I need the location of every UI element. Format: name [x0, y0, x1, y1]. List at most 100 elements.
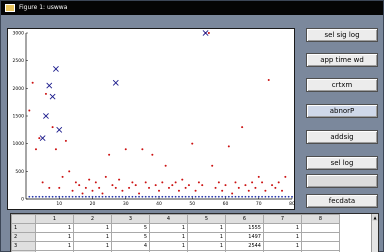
data-point-baseline — [184, 195, 187, 198]
data-point-red — [108, 153, 111, 156]
data-point-red — [174, 181, 177, 184]
table-cell[interactable]: 1 — [187, 223, 226, 233]
data-point-red — [128, 186, 131, 189]
row-header[interactable]: 3 — [11, 241, 36, 251]
data-point-baseline — [134, 195, 137, 198]
column-header[interactable]: 8 — [301, 214, 340, 224]
column-header[interactable]: 4 — [149, 214, 188, 224]
data-point-red — [34, 148, 37, 151]
data-point-baseline — [31, 195, 34, 198]
column-header[interactable]: 5 — [187, 214, 226, 224]
table-cell[interactable]: 1555 — [225, 223, 264, 233]
scroll-up-icon[interactable]: ▲ — [372, 214, 378, 221]
data-point-baseline — [188, 195, 190, 198]
table-cell[interactable]: 5 — [111, 232, 150, 242]
table-cell[interactable]: 1 — [73, 223, 112, 233]
data-point-baseline — [78, 195, 81, 198]
data-point-baseline — [148, 195, 150, 198]
crtxm-button[interactable]: crtxm — [306, 78, 378, 92]
column-header[interactable]: 1 — [35, 214, 74, 224]
row-header[interactable]: 2 — [11, 232, 36, 242]
fecdata-button[interactable]: fecdata — [306, 194, 378, 208]
table-cell[interactable] — [301, 223, 340, 233]
table-cell[interactable]: 1497 — [225, 232, 264, 242]
table-cell[interactable]: 1 — [35, 232, 74, 242]
data-point-baseline — [284, 195, 287, 198]
data-point-baseline — [277, 195, 280, 198]
data-point-red — [138, 192, 141, 195]
table-cell[interactable]: 1 — [263, 223, 302, 233]
data-point-baseline — [144, 195, 147, 198]
title-bar: Figure 1: uswwa — [1, 1, 383, 15]
sel-sig-log-button[interactable]: sel sig log — [306, 28, 378, 42]
data-point-red — [134, 184, 137, 187]
table-cell[interactable]: 1 — [187, 241, 226, 251]
data-point-baseline — [138, 195, 140, 198]
column-header[interactable]: 6 — [225, 214, 264, 224]
row-header[interactable]: 1 — [11, 223, 36, 233]
table-vertical-scrollbar[interactable]: ▲ ▼ — [371, 214, 378, 252]
table-cell[interactable]: 1 — [149, 223, 188, 233]
data-table-panel: 1 2 3 4 5 6 7 8 1 1 1 5 1 1 1555 1 2 1 1… — [10, 213, 379, 252]
data-point-baseline — [28, 195, 31, 198]
data-point-baseline — [131, 195, 134, 198]
data-point-red — [68, 170, 71, 173]
table-cell[interactable]: 1 — [149, 241, 188, 251]
data-point-red — [131, 181, 134, 184]
data-point-red — [141, 148, 144, 151]
data-point-red — [121, 189, 124, 192]
data-point-red — [247, 189, 250, 192]
table-cell[interactable]: 1 — [149, 232, 188, 242]
data-point-baseline — [198, 195, 200, 198]
table-cell[interactable] — [301, 232, 340, 242]
data-point-baseline — [231, 195, 234, 198]
column-header[interactable]: 2 — [73, 214, 112, 224]
column-header[interactable]: 7 — [263, 214, 302, 224]
data-point-baseline — [38, 195, 41, 198]
data-point-baseline — [178, 195, 180, 198]
data-point-blue-x — [46, 82, 53, 89]
blank-button[interactable] — [306, 174, 378, 188]
data-point-red — [64, 139, 67, 142]
data-point-baseline — [181, 195, 184, 198]
data-point-red — [221, 189, 224, 192]
table-cell[interactable]: 2544 — [225, 241, 264, 251]
table-cell[interactable]: 5 — [111, 223, 150, 233]
data-point-red — [281, 189, 284, 192]
plot-axes: 0 500 1000 1500 2000 2500 3000 10 20 30 40 50 60 70 80 — [7, 28, 295, 210]
app-time-wd-button[interactable]: app time wd — [306, 53, 378, 67]
data-point-baseline — [124, 195, 127, 198]
y-tick-label: 1500 — [13, 114, 25, 120]
data-point-red — [211, 164, 214, 167]
data-point-blue-x — [39, 135, 46, 142]
data-point-red — [124, 148, 127, 151]
data-point-red — [71, 189, 74, 192]
table-cell[interactable]: 1 — [263, 232, 302, 242]
data-point-baseline — [98, 195, 101, 198]
table-cell[interactable]: 4 — [111, 241, 150, 251]
abnorp-button[interactable]: abnorP — [306, 104, 378, 118]
data-point-baseline — [104, 195, 107, 198]
addsig-button[interactable]: addsig — [306, 130, 378, 144]
table-cell[interactable]: 1 — [263, 241, 302, 251]
data-point-baseline — [224, 195, 227, 198]
data-point-baseline — [94, 195, 97, 198]
table-cell[interactable]: 1 — [187, 232, 226, 242]
data-point-red — [28, 109, 31, 112]
table-cell[interactable]: 1 — [35, 223, 74, 233]
data-point-baseline — [65, 195, 67, 198]
data-point-red — [284, 175, 287, 178]
table-cell[interactable]: 1 — [73, 241, 112, 251]
data-point-red — [207, 32, 210, 34]
x-tick-label: 40 — [156, 201, 162, 207]
data-point-red — [81, 192, 84, 195]
table-cell[interactable]: 1 — [73, 232, 112, 242]
table-cell[interactable]: 1 — [35, 241, 74, 251]
data-point-baseline — [168, 195, 170, 198]
column-header[interactable]: 3 — [111, 214, 150, 224]
scroll-track[interactable] — [372, 221, 378, 252]
sel-log-button[interactable]: sel log — [306, 156, 378, 170]
data-point-red — [151, 153, 154, 156]
data-point-blue-x — [56, 126, 63, 133]
table-cell[interactable] — [301, 241, 340, 251]
